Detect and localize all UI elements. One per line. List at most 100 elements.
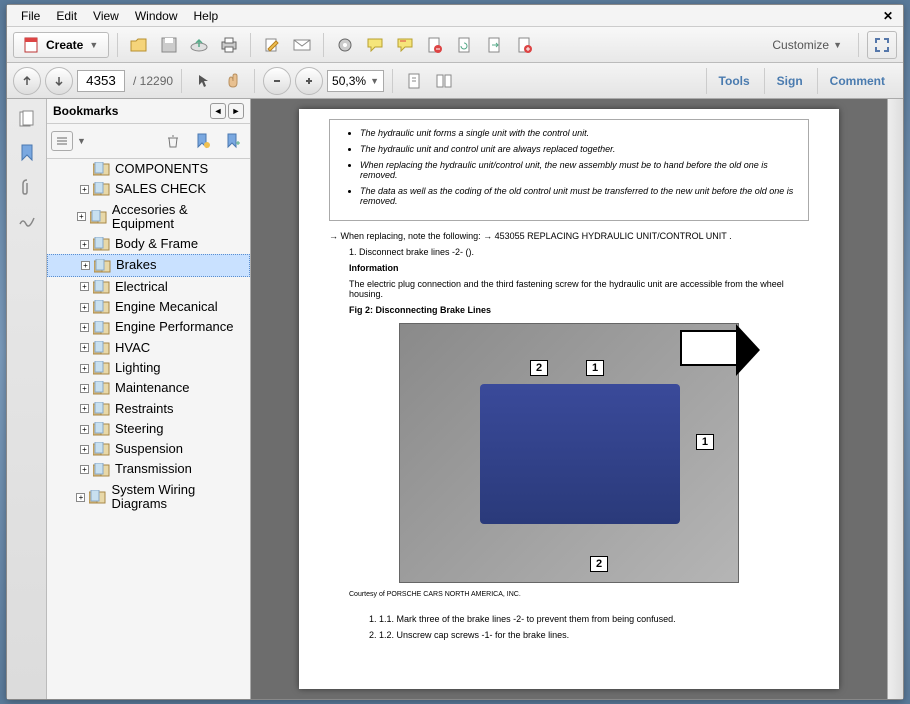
gear-button[interactable] xyxy=(332,32,358,58)
expand-icon[interactable]: + xyxy=(81,261,90,270)
trash-icon[interactable] xyxy=(160,128,186,154)
bookmark-item[interactable]: +Electrical xyxy=(47,277,250,297)
expand-icon[interactable]: + xyxy=(80,364,89,373)
options-button[interactable] xyxy=(51,131,73,151)
expand-icon[interactable]: + xyxy=(80,323,89,332)
print-button[interactable] xyxy=(216,32,242,58)
bookmarks-title: Bookmarks xyxy=(53,104,118,118)
note-bullet: The hydraulic unit forms a single unit w… xyxy=(360,128,796,138)
sign-button[interactable]: Sign xyxy=(764,68,815,94)
vertical-scrollbar[interactable] xyxy=(887,99,903,699)
expand-icon[interactable]: + xyxy=(80,425,89,434)
close-icon[interactable]: ✕ xyxy=(879,9,897,23)
bookmark-item[interactable]: +Suspension xyxy=(47,439,250,459)
new-bookmark-icon[interactable] xyxy=(190,128,216,154)
fit-width-button[interactable] xyxy=(431,68,457,94)
zoom-value: 50,3% xyxy=(332,74,366,88)
extract-page-button[interactable] xyxy=(482,32,508,58)
chevron-down-icon: ▼ xyxy=(77,136,86,146)
bookmark-icon[interactable] xyxy=(15,141,39,165)
bookmark-label: COMPONENTS xyxy=(115,162,208,176)
bookmark-label: Maintenance xyxy=(115,381,189,395)
expand-icon[interactable]: + xyxy=(76,493,85,502)
tools-button[interactable]: Tools xyxy=(706,68,762,94)
page-total-label: / 12290 xyxy=(129,74,173,88)
customize-button[interactable]: Customize ▼ xyxy=(764,34,850,56)
bookmark-item[interactable]: COMPONENTS xyxy=(47,159,250,179)
bookmark-item[interactable]: +Body & Frame xyxy=(47,234,250,254)
note-box: The hydraulic unit forms a single unit w… xyxy=(329,119,809,221)
menu-file[interactable]: File xyxy=(13,7,48,25)
select-tool-button[interactable] xyxy=(190,68,216,94)
bookmark-item[interactable]: +System Wiring Diagrams xyxy=(47,480,250,515)
bookmark-item[interactable]: +Lighting xyxy=(47,358,250,378)
create-button[interactable]: Create ▼ xyxy=(13,32,109,58)
expand-icon[interactable]: + xyxy=(80,343,89,352)
attachment-icon[interactable] xyxy=(15,175,39,199)
bookmark-item[interactable]: +HVAC xyxy=(47,338,250,358)
bookmarks-tree[interactable]: COMPONENTS +SALES CHECK+Accesories & Equi… xyxy=(47,159,250,699)
bookmark-label: Steering xyxy=(115,422,163,436)
bookmark-label: Engine Mecanical xyxy=(115,300,218,314)
expand-icon[interactable]: + xyxy=(80,404,89,413)
bookmark-item[interactable]: + Restraints xyxy=(47,399,250,419)
note-bullet: When replacing the hydraulic unit/contro… xyxy=(360,160,796,180)
bookmark-item[interactable]: +Transmission xyxy=(47,459,250,479)
fit-page-button[interactable] xyxy=(401,68,427,94)
save-button[interactable] xyxy=(156,32,182,58)
step-1-1: 1. 1.1. Mark three of the brake lines -2… xyxy=(329,614,809,624)
rotate-page-button[interactable] xyxy=(452,32,478,58)
bookmark-item[interactable]: +Engine Performance xyxy=(47,317,250,337)
cloud-button[interactable] xyxy=(186,32,212,58)
bookmark-item[interactable]: + Engine Mecanical xyxy=(47,297,250,317)
thumbnails-icon[interactable] xyxy=(15,107,39,131)
bookmark-item[interactable]: + Steering xyxy=(47,419,250,439)
zoom-in-button[interactable] xyxy=(295,67,323,95)
menu-view[interactable]: View xyxy=(85,7,127,25)
expand-icon[interactable]: + xyxy=(80,282,89,291)
comment-icon-button[interactable] xyxy=(362,32,388,58)
expand-icon[interactable]: + xyxy=(80,185,89,194)
bookmark-label: Restraints xyxy=(115,402,174,416)
page-number-input[interactable] xyxy=(77,70,125,92)
bookmark-item[interactable]: +SALES CHECK xyxy=(47,179,250,199)
zoom-out-button[interactable] xyxy=(263,67,291,95)
fullscreen-button[interactable] xyxy=(867,31,897,59)
create-label: Create xyxy=(46,38,83,52)
insert-page-button[interactable] xyxy=(512,32,538,58)
delete-page-button[interactable] xyxy=(422,32,448,58)
bookmark-item[interactable]: + Brakes xyxy=(47,254,250,276)
expand-bookmark-icon[interactable] xyxy=(220,128,246,154)
bookmark-item[interactable]: +Accesories & Equipment xyxy=(47,200,250,235)
expand-icon[interactable]: + xyxy=(77,212,86,221)
panel-prev-icon[interactable]: ◄ xyxy=(210,103,226,119)
replace-note: → When replacing, note the following: → … xyxy=(329,231,809,241)
expand-icon[interactable]: + xyxy=(80,384,89,393)
bookmark-item[interactable]: + Maintenance xyxy=(47,378,250,398)
panel-next-icon[interactable]: ► xyxy=(228,103,244,119)
comment-button[interactable]: Comment xyxy=(817,68,897,94)
figure-caption: Fig 2: Disconnecting Brake Lines xyxy=(329,305,809,315)
menu-edit[interactable]: Edit xyxy=(48,7,85,25)
expand-icon[interactable]: + xyxy=(80,303,89,312)
open-button[interactable] xyxy=(126,32,152,58)
zoom-select[interactable]: 50,3% ▼ xyxy=(327,70,384,92)
document-area[interactable]: The hydraulic unit forms a single unit w… xyxy=(251,99,887,699)
side-rail xyxy=(7,99,47,699)
expand-icon[interactable]: + xyxy=(80,240,89,249)
prev-page-button[interactable] xyxy=(13,67,41,95)
menu-help[interactable]: Help xyxy=(186,7,227,25)
hand-tool-button[interactable] xyxy=(220,68,246,94)
expand-icon[interactable]: + xyxy=(80,445,89,454)
menu-window[interactable]: Window xyxy=(127,7,186,25)
stamp-button[interactable] xyxy=(392,32,418,58)
callout-2b: 2 xyxy=(590,556,608,572)
signature-icon[interactable] xyxy=(15,209,39,233)
callout-1b: 1 xyxy=(696,434,714,450)
expand-icon[interactable]: + xyxy=(80,465,89,474)
next-page-button[interactable] xyxy=(45,67,73,95)
edit-button[interactable] xyxy=(259,32,285,58)
bookmark-label: Brakes xyxy=(116,258,156,272)
mail-button[interactable] xyxy=(289,32,315,58)
step-1-2: 2. 1.2. Unscrew cap screws -1- for the b… xyxy=(329,630,809,640)
